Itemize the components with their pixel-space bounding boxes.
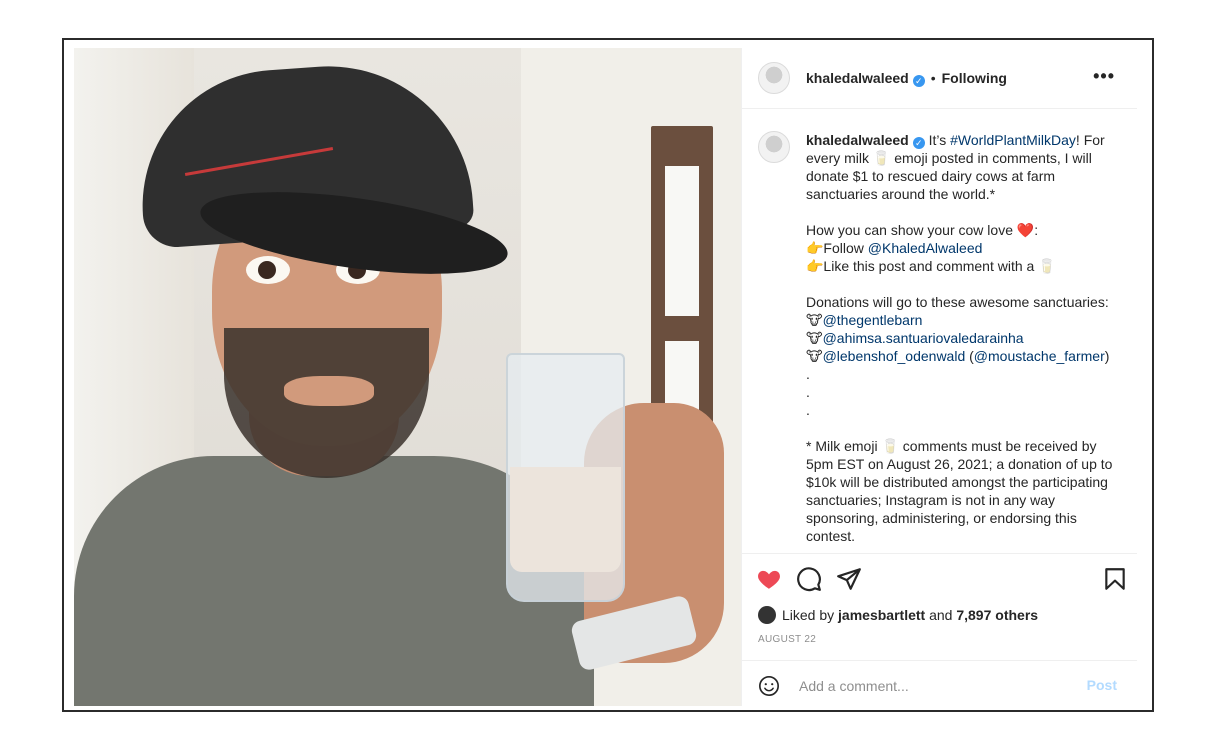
hashtag-link[interactable]: #WorldPlantMilkDay <box>950 132 1076 148</box>
mention-link[interactable]: @KhaledAlwaleed <box>868 240 983 256</box>
mention-link[interactable]: @moustache_farmer <box>974 348 1105 364</box>
caption-line: 🐮@thegentlebarn <box>806 311 1126 329</box>
likes-summary: Liked by jamesbartlett and 7,897 others <box>758 606 1038 624</box>
caption-line: $10k will be distributed amongst the par… <box>806 474 1108 490</box>
share-icon[interactable] <box>836 566 862 592</box>
verified-icon: ✓ <box>912 137 925 149</box>
caption-line: 👉Like this post and comment with a 🥛 <box>806 258 1056 274</box>
caption-line: . <box>806 402 810 418</box>
caption-line: 👉Follow @KhaledAlwaleed <box>806 239 1126 257</box>
caption-line: Donations will go to these awesome sanct… <box>806 294 1109 310</box>
author-username[interactable]: khaledalwaleed <box>806 70 909 86</box>
likes-count[interactable]: 7,897 others <box>956 607 1038 623</box>
separator-dot: • <box>930 70 936 86</box>
caption-line: 🐮@ahimsa.santuariovaledarainha <box>806 329 1126 347</box>
caption-line: sanctuaries; Instagram is not in any way <box>806 492 1056 508</box>
cow-emoji: 🐮 <box>806 348 823 364</box>
caption-text-segment: ) <box>1104 348 1110 364</box>
more-icon[interactable]: ••• <box>1093 66 1115 87</box>
caption-paragraph: * Milk emoji 🥛 comments must be received… <box>806 437 1126 545</box>
mention-link[interactable]: @thegentlebarn <box>823 312 923 328</box>
post-side-panel: khaledalwaleed ✓ • Following ••• khaledalwa… <box>741 48 1137 706</box>
caption-text-segment: 👉Follow <box>806 240 868 256</box>
comment-bar: Post <box>742 660 1137 707</box>
photo-eye-left <box>246 256 290 284</box>
caption-line: contest. <box>806 528 856 544</box>
caption-text-segment: ! For <box>1075 132 1105 148</box>
caption-paragraph: How you can show your cow love ❤️: 👉Foll… <box>806 221 1126 275</box>
following-button[interactable]: Following <box>942 70 1007 86</box>
cow-emoji: 🐮 <box>806 312 823 328</box>
post-caption: khaledalwaleed ✓ It’s #WorldPlantMilkDay!… <box>742 109 1137 554</box>
caption-text: khaledalwaleed ✓ It’s #WorldPlantMilkDay!… <box>806 131 1126 553</box>
caption-line: donate $1 to rescued dairy cows at farm <box>806 168 1056 184</box>
caption-line: 🐮@lebenshof_odenwald (@moustache_farmer) <box>806 347 1126 365</box>
comment-input[interactable] <box>797 673 1071 699</box>
caption-line: sanctuaries around the world.* <box>806 186 996 202</box>
verified-icon: ✓ <box>912 75 925 87</box>
caption-line: . <box>806 366 810 382</box>
photo-mouth <box>284 376 374 406</box>
caption-line: * Milk emoji 🥛 comments must be received… <box>806 438 1097 454</box>
post-header: khaledalwaleed ✓ • Following ••• <box>742 48 1137 109</box>
photo-milk-glass <box>506 353 625 602</box>
comment-icon[interactable] <box>796 566 822 592</box>
post-comment-button[interactable]: Post <box>1087 677 1117 693</box>
caption-text-segment: It’s <box>928 132 947 148</box>
mention-link[interactable]: @lebenshof_odenwald <box>823 348 966 364</box>
emoji-icon[interactable] <box>758 675 780 697</box>
author-avatar[interactable] <box>758 62 790 94</box>
liker-avatar[interactable] <box>758 606 776 624</box>
caption-line: khaledalwaleed ✓ It’s #WorldPlantMilkDay!… <box>806 131 1126 149</box>
post-date[interactable]: AUGUST 22 <box>758 634 816 645</box>
author-line: khaledalwaleed ✓ • Following <box>806 70 1007 87</box>
caption-paragraph: Donations will go to these awesome sanct… <box>806 293 1126 419</box>
likes-prefix: Liked by <box>782 607 835 623</box>
post-photo[interactable] <box>74 48 741 706</box>
post-frame: khaledalwaleed ✓ • Following ••• khaledalwa… <box>62 38 1154 712</box>
photo-milk <box>510 467 621 572</box>
caption-line: sponsoring, administering, or endorsing … <box>806 510 1077 526</box>
mention-link[interactable]: @ahimsa.santuariovaledarainha <box>823 330 1024 346</box>
liker-username[interactable]: jamesbartlett <box>838 607 925 623</box>
caption-username[interactable]: khaledalwaleed <box>806 132 909 148</box>
cow-emoji: 🐮 <box>806 330 823 346</box>
photo-pupil <box>258 261 276 279</box>
caption-line: every milk 🥛 emoji posted in comments, I… <box>806 150 1092 166</box>
heart-filled-icon[interactable] <box>756 566 782 592</box>
caption-line: . <box>806 384 810 400</box>
photo-door-pane <box>665 166 699 316</box>
caption-text-segment: ( <box>965 348 974 364</box>
bookmark-icon[interactable] <box>1102 566 1128 592</box>
caption-line: 5pm EST on August 26, 2021; a donation o… <box>806 456 1113 472</box>
caption-line: How you can show your cow love ❤️: <box>806 222 1039 238</box>
caption-avatar[interactable] <box>758 131 790 163</box>
action-bar <box>742 558 1137 598</box>
likes-middle: and <box>929 607 953 623</box>
caption-paragraph: khaledalwaleed ✓ It’s #WorldPlantMilkDay!… <box>806 131 1126 203</box>
